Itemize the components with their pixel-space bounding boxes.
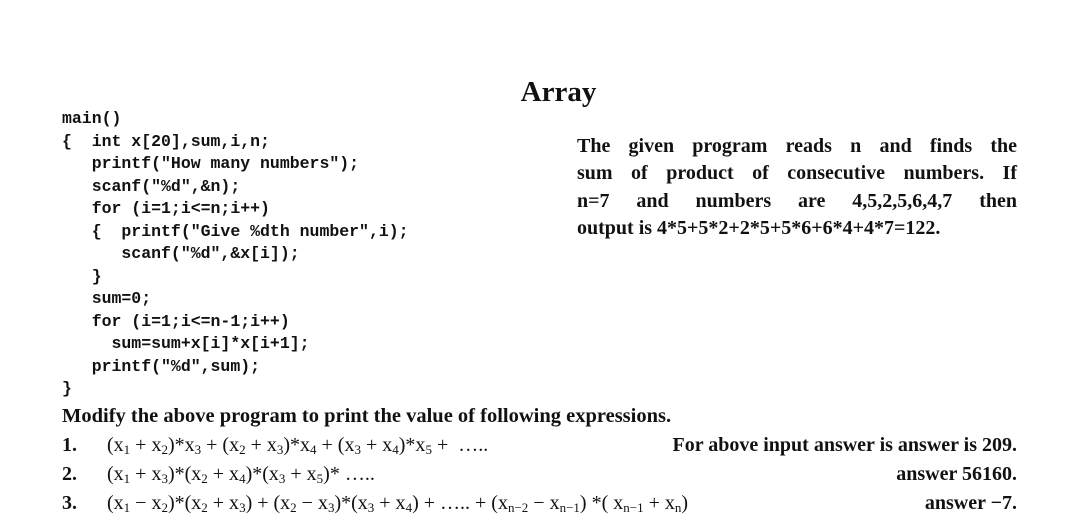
code-line: } — [62, 266, 102, 286]
code-line: printf("How many numbers"); — [62, 154, 360, 173]
code-line: sum=sum+x[i]*x[i+1]; — [62, 334, 310, 353]
description-line: sum of product of consecutive numbers. I… — [577, 162, 1017, 185]
code-block: main() { int x[20],sum,i,n; printf("How m… — [62, 108, 409, 401]
expression-item: 1. (x1 + x2)*x3 + (x2 + x3)*x4 + (x3 + x… — [62, 431, 1017, 460]
expression-item: 3. (x1 − x2)*(x2 + x3) + (x2 − x3)*(x3 +… — [62, 489, 1017, 518]
code-line: } — [62, 379, 72, 398]
code-line: printf("%d",sum); — [62, 356, 261, 376]
expression-number: 2. — [62, 463, 77, 485]
code-line: for (i=1;i<=n;i++) — [62, 199, 270, 218]
expression-number: 1. — [62, 434, 77, 456]
expression-formula: (x1 − x2)*(x2 + x3) + (x2 − x3)*(x3 + x4… — [107, 492, 689, 515]
expression-item: 2. (x1 + x3)*(x2 + x4)*(x3 + x5)* ….. an… — [62, 460, 1017, 489]
program-description: The given program reads n and finds the … — [577, 133, 1017, 242]
expression-answer: answer −7. — [924, 492, 1017, 514]
code-line: { printf("Give %dth number",i); — [62, 221, 409, 241]
page-title: Array — [520, 76, 597, 108]
code-line: scanf("%d",&x[i]); — [62, 244, 300, 263]
task-instruction: Modify the above program to print the va… — [62, 405, 672, 427]
code-line: scanf("%d",&n); — [62, 176, 241, 196]
expression-formula: (x1 + x3)*(x2 + x4)*(x3 + x5)* ….. — [107, 463, 375, 486]
description-line: The given program reads n and finds the — [577, 135, 1017, 157]
expression-formula: (x1 + x2)*x3 + (x2 + x3)*x4 + (x3 + x4)*… — [107, 434, 489, 457]
code-line: sum=0; — [62, 289, 152, 308]
description-line: n=7 and numbers are 4,5,2,5,6,4,7 then — [577, 189, 1017, 212]
code-line: main() — [62, 109, 122, 128]
code-line: { int x[20],sum,i,n; — [62, 131, 270, 151]
expression-answer: For above input answer is answer is 209. — [672, 434, 1017, 456]
expression-answer: answer 56160. — [896, 463, 1017, 485]
description-line: output is 4*5+5*2+2*5+5*6+6*4+4*7=122. — [577, 216, 941, 239]
expression-number: 3. — [62, 492, 77, 514]
code-line: for (i=1;i<=n-1;i++) — [62, 311, 290, 331]
